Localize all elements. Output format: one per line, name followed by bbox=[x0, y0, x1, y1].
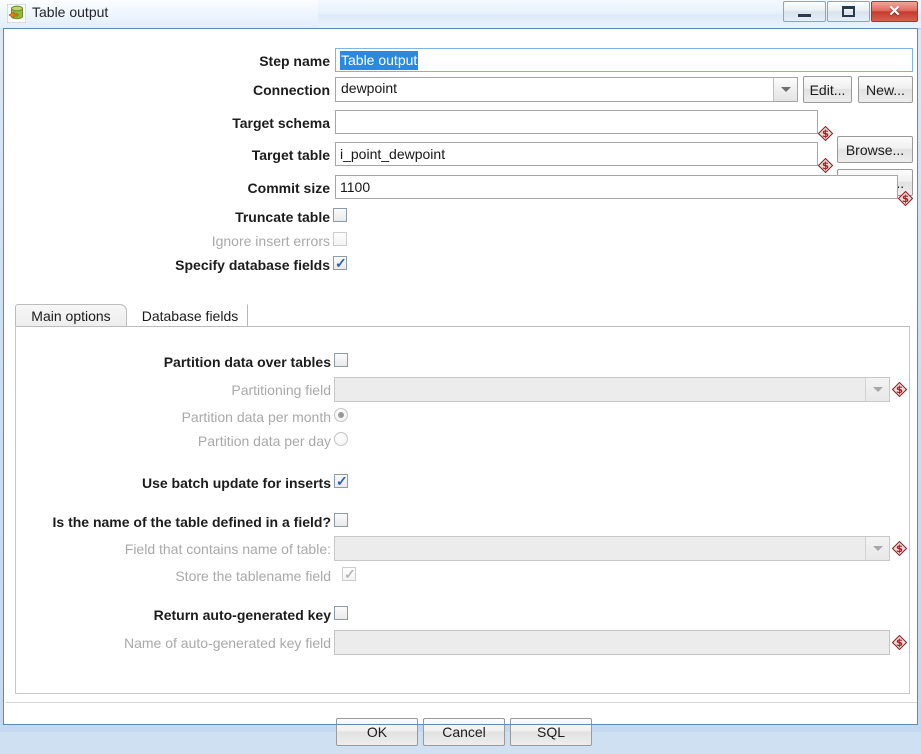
check-icon: ✓ bbox=[344, 566, 356, 582]
svg-text:$: $ bbox=[896, 638, 903, 649]
commit-size-input[interactable]: 1100 bbox=[335, 175, 898, 199]
dialog-footer: OK Cancel SQL bbox=[5, 704, 920, 754]
maximize-button[interactable] bbox=[827, 1, 870, 22]
field-contains-table-name-label: Field that contains name of table: bbox=[124, 541, 331, 557]
partition-data-per-month-radio bbox=[334, 408, 348, 422]
target-schema-label: Target schema bbox=[232, 115, 330, 131]
minimize-button[interactable] bbox=[783, 1, 826, 22]
tab-database-fields[interactable]: Database fields bbox=[133, 304, 248, 326]
dialog-body: Step name Table output Connection dewpoi… bbox=[3, 28, 918, 746]
connection-combo[interactable]: dewpoint bbox=[335, 77, 798, 102]
chevron-down-icon bbox=[872, 546, 883, 551]
main-options-panel: Partition data over tables Partitioning … bbox=[15, 326, 910, 694]
commit-size-label: Commit size bbox=[247, 180, 330, 196]
target-table-label: Target table bbox=[251, 147, 330, 163]
specify-database-fields-label: Specify database fields bbox=[175, 257, 330, 273]
maximize-icon bbox=[842, 6, 855, 17]
connection-label: Connection bbox=[253, 82, 330, 98]
partitioning-field-combo bbox=[334, 377, 890, 402]
close-button[interactable]: ✕ bbox=[871, 1, 918, 22]
store-tablename-field-checkbox: ✓ bbox=[342, 566, 356, 582]
field-contains-table-name-combo bbox=[334, 536, 890, 561]
field-contains-table-name-dropdown-arrow bbox=[865, 537, 889, 560]
chevron-down-icon bbox=[872, 387, 883, 392]
radio-dot-icon bbox=[338, 412, 344, 418]
auto-generated-key-field-input bbox=[334, 630, 890, 655]
specify-database-fields-checkbox[interactable]: ✓ bbox=[333, 255, 347, 271]
svg-text:$: $ bbox=[822, 129, 829, 140]
variable-marker-icon: $ bbox=[897, 190, 914, 207]
partitioning-field-label: Partitioning field bbox=[231, 382, 331, 398]
truncate-table-checkbox[interactable] bbox=[333, 208, 347, 222]
variable-marker-icon: $ bbox=[891, 381, 908, 398]
return-auto-generated-key-checkbox[interactable] bbox=[334, 606, 348, 620]
target-table-value: i_point_dewpoint bbox=[340, 146, 446, 162]
partitioning-field-dropdown-arrow bbox=[865, 378, 889, 401]
table-name-in-field-label: Is the name of the table defined in a fi… bbox=[52, 514, 331, 530]
partition-data-over-tables-label: Partition data over tables bbox=[163, 354, 331, 370]
connection-value: dewpoint bbox=[341, 80, 398, 96]
sql-button[interactable]: SQL bbox=[510, 718, 592, 746]
ignore-insert-errors-label: Ignore insert errors bbox=[211, 233, 330, 249]
cancel-button[interactable]: Cancel bbox=[423, 718, 505, 746]
check-icon: ✓ bbox=[336, 473, 348, 489]
minimize-icon bbox=[798, 13, 811, 17]
step-name-value: Table output bbox=[340, 51, 419, 70]
partition-data-per-month-label: Partition data per month bbox=[181, 409, 331, 425]
svg-text:$: $ bbox=[896, 544, 903, 555]
window-title: Table output bbox=[32, 4, 109, 20]
variable-marker-icon: $ bbox=[891, 634, 908, 651]
target-schema-browse-button[interactable]: Browse... bbox=[837, 136, 913, 163]
commit-size-value: 1100 bbox=[340, 179, 371, 195]
partition-data-over-tables-checkbox[interactable] bbox=[334, 353, 348, 367]
svg-text:$: $ bbox=[902, 194, 909, 205]
variable-marker-icon: $ bbox=[817, 157, 834, 174]
close-icon: ✕ bbox=[888, 3, 901, 20]
variable-marker-icon: $ bbox=[891, 540, 908, 557]
dialog-inner-frame: Step name Table output Connection dewpoi… bbox=[4, 29, 917, 746]
svg-text:$: $ bbox=[896, 385, 903, 396]
step-name-input[interactable]: Table output bbox=[335, 48, 913, 72]
auto-generated-key-field-label: Name of auto-generated key field bbox=[123, 635, 331, 651]
step-name-label: Step name bbox=[259, 53, 330, 69]
table-name-in-field-checkbox[interactable] bbox=[334, 513, 348, 527]
tab-main-options[interactable]: Main options bbox=[15, 304, 127, 326]
variable-marker-icon: $ bbox=[817, 125, 834, 142]
tab-strip: Main options Database fields bbox=[15, 304, 910, 326]
truncate-table-label: Truncate table bbox=[235, 209, 330, 225]
partition-data-per-day-radio bbox=[334, 432, 348, 446]
check-icon: ✓ bbox=[335, 255, 347, 271]
window-controls: ✕ bbox=[782, 1, 918, 23]
ignore-insert-errors-checkbox bbox=[333, 232, 347, 246]
use-batch-update-label: Use batch update for inserts bbox=[141, 475, 331, 491]
partition-data-per-day-label: Partition data per day bbox=[197, 433, 331, 449]
chevron-down-icon bbox=[780, 87, 791, 92]
connection-edit-button[interactable]: Edit... bbox=[803, 76, 852, 103]
svg-text:$: $ bbox=[822, 161, 829, 172]
connection-dropdown-arrow[interactable] bbox=[773, 78, 797, 101]
store-tablename-field-label: Store the tablename field bbox=[175, 568, 331, 584]
connection-new-button[interactable]: New... bbox=[858, 76, 913, 103]
target-schema-input[interactable] bbox=[335, 110, 818, 134]
table-output-icon bbox=[6, 3, 27, 24]
footer-divider bbox=[6, 702, 917, 703]
title-bar[interactable]: Table output ✕ bbox=[0, 0, 921, 28]
target-table-input[interactable]: i_point_dewpoint bbox=[335, 142, 818, 166]
return-auto-generated-key-label: Return auto-generated key bbox=[153, 607, 331, 623]
use-batch-update-checkbox[interactable]: ✓ bbox=[334, 473, 348, 489]
table-output-dialog: Table output ✕ Step name Table output Co… bbox=[0, 0, 921, 746]
ok-button[interactable]: OK bbox=[336, 718, 418, 746]
